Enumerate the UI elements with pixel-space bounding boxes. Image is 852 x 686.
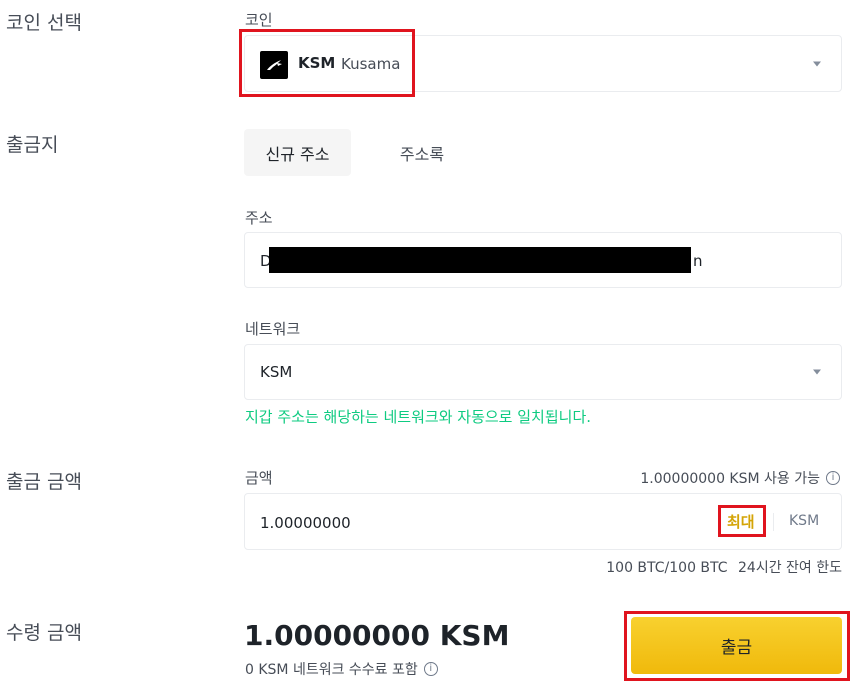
receive-section-label: 수령 금액 <box>6 622 82 644</box>
withdraw-highlight-box <box>624 611 850 681</box>
coin-highlight-box <box>239 29 415 97</box>
amount-field-label: 금액 <box>245 469 273 487</box>
destination-section-label: 출금지 <box>6 134 59 156</box>
network-value: KSM <box>260 363 293 381</box>
address-redaction <box>269 247 691 273</box>
network-field-label: 네트워크 <box>245 320 301 338</box>
fee-note: 0 KSM 네트워크 수수료 포함 i <box>245 659 438 679</box>
limit-value: 100 BTC/100 BTC <box>606 560 728 576</box>
limit-label: 24시간 잔여 한도 <box>738 560 842 576</box>
tab-new-address[interactable]: 신규 주소 <box>244 129 351 176</box>
chevron-down-icon <box>813 369 821 375</box>
amount-section-label: 출금 금액 <box>6 471 82 493</box>
info-icon[interactable]: i <box>826 471 840 485</box>
address-suffix: n <box>693 252 703 270</box>
amount-unit: KSM <box>789 513 820 529</box>
max-highlight-box <box>718 505 766 537</box>
network-select-dropdown[interactable]: KSM <box>244 344 842 400</box>
info-icon[interactable]: i <box>423 662 438 676</box>
withdraw-limit: 100 BTC/100 BTC 24시간 잔여 한도 <box>606 557 842 577</box>
coin-select-section-label: 코인 선택 <box>6 12 82 34</box>
divider <box>773 513 774 531</box>
address-field-label: 주소 <box>245 209 273 227</box>
coin-field-label: 코인 <box>245 11 273 29</box>
amount-value: 1.00000000 <box>260 514 351 532</box>
chevron-down-icon <box>813 61 821 66</box>
available-balance-text: 1.00000000 KSM 사용 가능 <box>640 471 820 487</box>
address-input[interactable]: D n <box>244 232 842 288</box>
tab-address-book[interactable]: 주소록 <box>366 129 478 176</box>
receive-total: 1.00000000 KSM <box>244 619 510 652</box>
fee-note-text: 0 KSM 네트워크 수수료 포함 <box>245 662 418 678</box>
available-balance: 1.00000000 KSM 사용 가능 i <box>640 468 840 488</box>
network-notice: 지갑 주소는 해당하는 네트워크와 자동으로 일치됩니다. <box>245 408 592 426</box>
